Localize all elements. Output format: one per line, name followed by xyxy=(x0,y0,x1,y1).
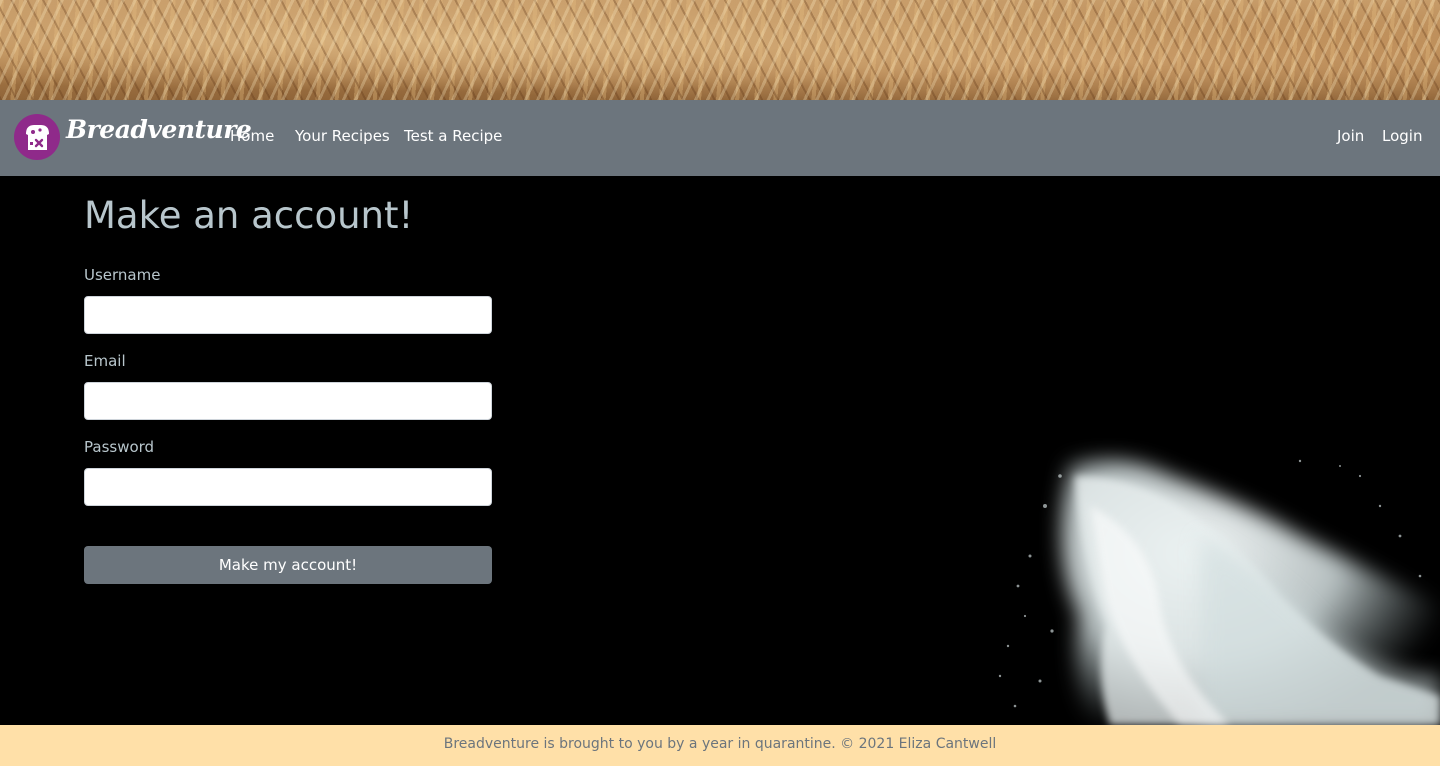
main-content: Make an account! Username Email Password… xyxy=(0,176,1440,725)
bread-slice-icon[interactable] xyxy=(14,114,60,160)
navbar: Breadventure Home Your Recipes Test a Re… xyxy=(0,100,1440,176)
make-account-button[interactable]: Make my account! xyxy=(84,546,492,584)
nav-test-a-recipe[interactable]: Test a Recipe xyxy=(404,127,502,145)
password-label: Password xyxy=(84,438,155,456)
wheat-banner-image xyxy=(0,0,1440,100)
flour-splash-image xyxy=(998,459,1440,725)
nav-login[interactable]: Login xyxy=(1382,127,1422,145)
password-input[interactable] xyxy=(84,468,492,506)
nav-your-recipes[interactable]: Your Recipes xyxy=(295,127,390,145)
nav-join[interactable]: Join xyxy=(1337,127,1364,145)
username-input[interactable] xyxy=(84,296,492,334)
email-label: Email xyxy=(84,352,126,370)
brand-name[interactable]: Breadventure xyxy=(66,115,252,144)
page-title: Make an account! xyxy=(84,194,414,237)
footer-text: Breadventure is brought to you by a year… xyxy=(443,736,997,752)
footer: Breadventure is brought to you by a year… xyxy=(0,725,1440,766)
username-label: Username xyxy=(84,266,161,284)
email-input[interactable] xyxy=(84,382,492,420)
nav-home[interactable]: Home xyxy=(230,127,274,145)
